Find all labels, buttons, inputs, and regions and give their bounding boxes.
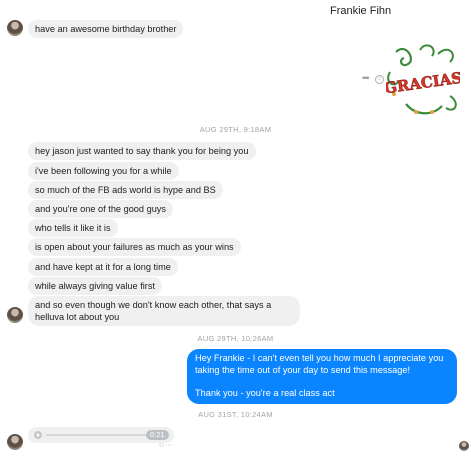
outgoing-message-line: Hey Frankie - I can't even tell you how … — [195, 353, 444, 375]
message-bubble[interactable]: and so even though we don't know each ot… — [28, 296, 300, 326]
contact-avatar[interactable] — [7, 307, 23, 323]
contact-avatar[interactable] — [7, 20, 23, 36]
reaction-icon[interactable]: ☺⋯ — [158, 441, 172, 449]
message-bubble[interactable]: hey jason just wanted to say thank you f… — [28, 142, 256, 160]
sticker-text: GRACIAS — [386, 69, 460, 98]
message-bubble[interactable]: who tells it like it is — [28, 219, 118, 237]
message-bubble[interactable]: i've been following you for a while — [28, 162, 179, 180]
audio-message[interactable]: 0:21 — [28, 427, 174, 443]
gracias-sticker[interactable]: GRACIAS — [383, 42, 463, 118]
message-bubble[interactable]: is open about your failures as much as y… — [28, 238, 241, 256]
outgoing-message-line — [195, 376, 449, 388]
message-bubble[interactable]: and you're one of the good guys — [28, 200, 173, 218]
timestamp: AUG 29TH, 9:18AM — [199, 125, 272, 134]
timestamp: AUG 29TH, 10:26AM — [197, 334, 274, 343]
message-bubble[interactable]: have an awesome birthday brother — [28, 20, 184, 38]
audio-progress-track[interactable] — [46, 434, 150, 436]
message-bubble[interactable]: so much of the FB ads world is hype and … — [28, 181, 223, 199]
seen-avatar — [459, 441, 469, 451]
play-icon[interactable] — [34, 431, 42, 439]
timestamp: AUG 31ST, 10:24AM — [198, 410, 273, 419]
audio-duration: 0:21 — [146, 430, 169, 440]
message-bubble[interactable]: while always giving value first — [28, 277, 162, 295]
contact-avatar[interactable] — [7, 434, 23, 450]
reaction-icon[interactable]: ☺ — [375, 75, 384, 84]
more-options-icon[interactable]: ••• — [362, 73, 370, 83]
outgoing-message-bubble[interactable]: Hey Frankie - I can't even tell you how … — [187, 349, 457, 404]
contact-name[interactable]: Frankie Fihn — [330, 5, 391, 17]
conversation-header: Frankie Fihn — [0, 0, 471, 22]
outgoing-message-line: Thank you - you're a real class act — [195, 387, 335, 398]
message-bubble[interactable]: and have kept at it for a long time — [28, 258, 178, 276]
